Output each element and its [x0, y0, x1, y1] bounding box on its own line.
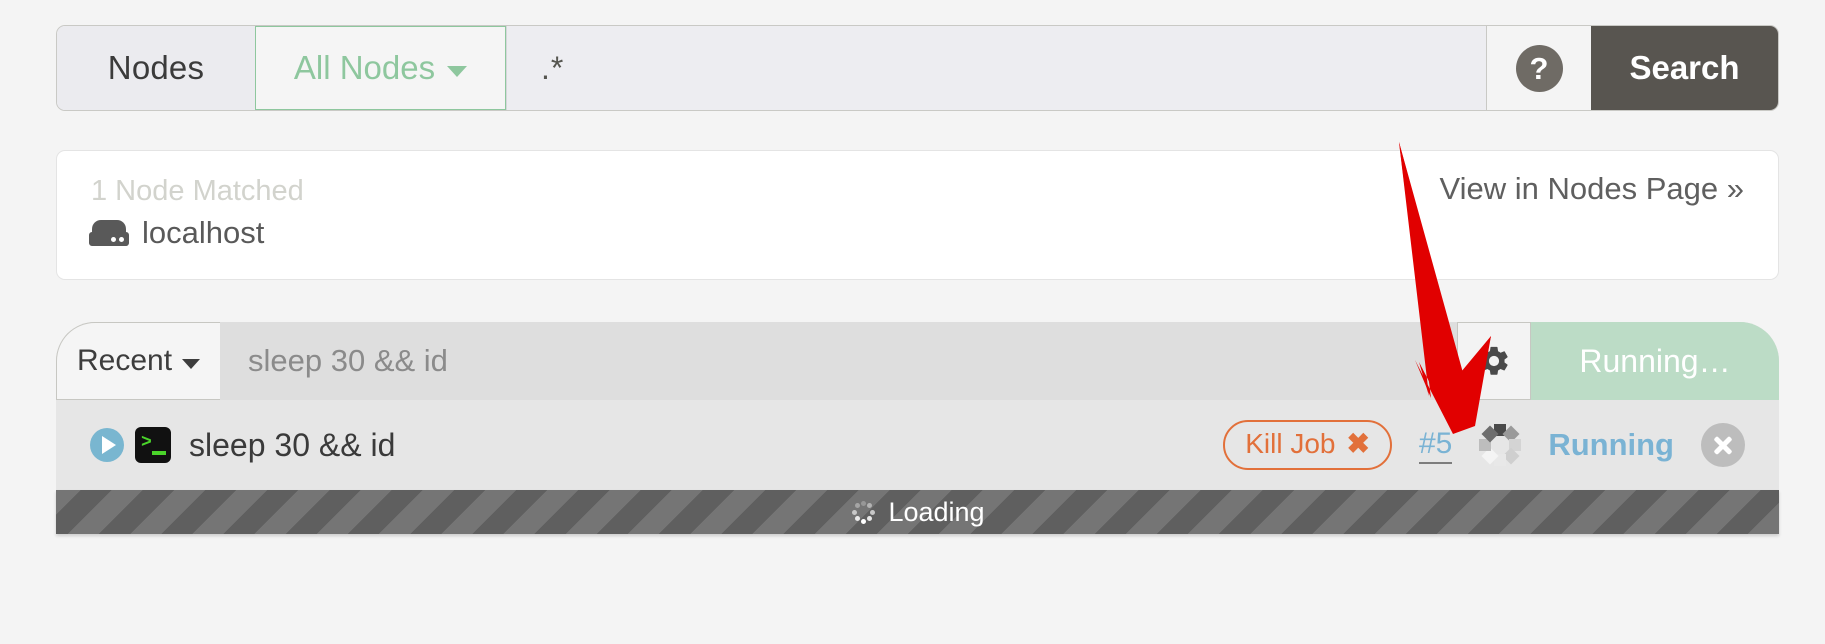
recent-commands-dropdown[interactable]: Recent [56, 322, 220, 400]
square-spinner-icon [1479, 424, 1522, 466]
search-button-label: Search [1629, 49, 1740, 86]
command-input[interactable]: sleep 30 && id [220, 322, 1457, 400]
page-root: Nodes All Nodes .* ? Search 1 Node Match… [0, 0, 1825, 644]
close-circle-icon[interactable] [1701, 423, 1745, 467]
run-button[interactable]: Running… [1531, 322, 1779, 400]
node-filter-input-value: .* [541, 49, 565, 86]
kill-job-button[interactable]: Kill Job ✖ [1223, 420, 1392, 470]
loading-label: Loading [888, 496, 985, 527]
chevron-down-icon [447, 65, 468, 77]
all-nodes-dropdown[interactable]: All Nodes [255, 26, 506, 110]
command-run-area: Recent sleep 30 && id Running… > sleep 3… [56, 322, 1779, 534]
node-match-panel: 1 Node Matched localhost View in Nodes P… [56, 150, 1779, 280]
job-row-left: > sleep 30 && id [90, 427, 395, 464]
node-matched-count: 1 Node Matched [91, 175, 304, 207]
matched-node-name: localhost [142, 215, 265, 250]
command-bar: Recent sleep 30 && id Running… [56, 322, 1779, 400]
node-search-bar: Nodes All Nodes .* ? Search [56, 25, 1779, 111]
dot-spinner-icon [850, 499, 876, 525]
run-button-label: Running… [1579, 342, 1731, 379]
terminal-icon: > [135, 427, 171, 463]
search-button[interactable]: Search [1591, 26, 1778, 110]
gear-icon [1480, 346, 1508, 375]
recent-commands-label: Recent [76, 344, 173, 377]
job-status-text: Running [1548, 427, 1674, 462]
matched-node-item[interactable]: localhost [89, 215, 264, 251]
command-settings-button[interactable] [1457, 322, 1531, 400]
chevron-down-icon [182, 358, 201, 369]
node-filter-input[interactable]: .* [506, 26, 1486, 110]
search-help-button[interactable]: ? [1486, 26, 1591, 110]
question-mark-icon: ? [1515, 44, 1563, 92]
play-icon[interactable] [90, 428, 124, 462]
view-in-nodes-page-link[interactable]: View in Nodes Page » [1440, 171, 1744, 207]
x-icon: ✖ [1346, 428, 1370, 459]
job-id-link[interactable]: #5 [1418, 427, 1453, 464]
all-nodes-dropdown-label: All Nodes [293, 49, 436, 86]
job-command-text: sleep 30 && id [189, 426, 396, 463]
job-row: > sleep 30 && id Kill Job ✖ #5 Running [56, 400, 1779, 490]
command-input-value: sleep 30 && id [248, 343, 448, 378]
job-row-right: Kill Job ✖ #5 Running [1223, 420, 1779, 470]
loading-progress-bar: Loading [56, 490, 1779, 534]
kill-job-label: Kill Job [1245, 428, 1336, 459]
hdd-icon [89, 220, 129, 246]
search-scope-label: Nodes [57, 26, 256, 110]
